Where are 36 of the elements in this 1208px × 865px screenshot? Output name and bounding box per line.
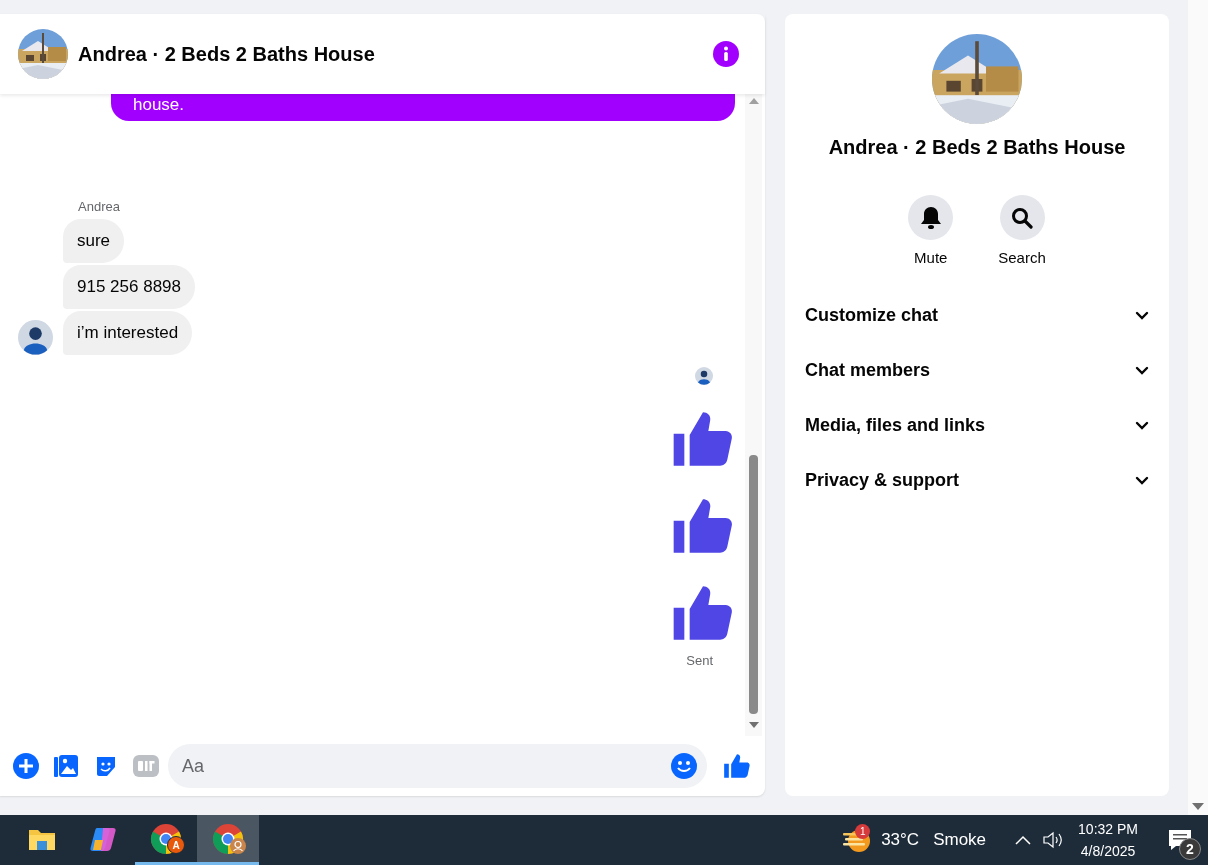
message-bubble: 915 256 8898 <box>63 265 195 309</box>
notification-badge: 1 <box>855 824 871 839</box>
scroll-down-icon[interactable] <box>1192 801 1204 811</box>
scrollbar-thumb[interactable] <box>749 455 758 714</box>
notification-button[interactable]: 2 <box>1152 815 1208 865</box>
bell-icon <box>919 205 942 230</box>
message-field[interactable]: Aa <box>168 744 707 788</box>
emoji-icon[interactable] <box>671 753 697 779</box>
taskbar-app[interactable] <box>197 815 259 865</box>
section-header[interactable]: Customize chat <box>805 288 1149 343</box>
add-icon <box>13 753 39 779</box>
speaker-icon[interactable] <box>1042 831 1065 849</box>
temperature: 33°C <box>881 830 920 850</box>
details-title: Andrea · 2 Beds 2 Baths House <box>828 136 1126 159</box>
avatar <box>18 320 53 355</box>
info-icon[interactable] <box>713 41 739 67</box>
chevron-up-icon[interactable] <box>1014 834 1033 846</box>
clock[interactable]: 10:32 PM 4/8/2025 <box>1064 818 1152 862</box>
sticker-icon <box>94 754 118 778</box>
section-header[interactable]: Chat members <box>805 343 1149 398</box>
chat-title: Andrea · 2 Beds 2 Baths House <box>78 42 376 66</box>
gif-icon <box>133 755 159 777</box>
avatar <box>695 367 713 385</box>
search-icon <box>1011 206 1033 229</box>
message-bubble: sure <box>63 219 125 263</box>
message-status: Sent <box>686 653 713 668</box>
photo-icon <box>53 753 79 779</box>
message-bubble: i’m interested <box>63 311 193 355</box>
weather-widget[interactable]: 1 33°C Smoke <box>831 815 997 865</box>
weather-condition: Smoke <box>933 830 987 850</box>
section-header[interactable]: Media, files and links <box>805 398 1149 453</box>
profile-icon <box>230 838 246 854</box>
sender-name: Andrea <box>78 199 121 214</box>
thumbs-up-icon <box>723 752 751 780</box>
section-header[interactable]: Privacy & support <box>805 453 1149 508</box>
message-bubble: house. <box>111 94 735 121</box>
